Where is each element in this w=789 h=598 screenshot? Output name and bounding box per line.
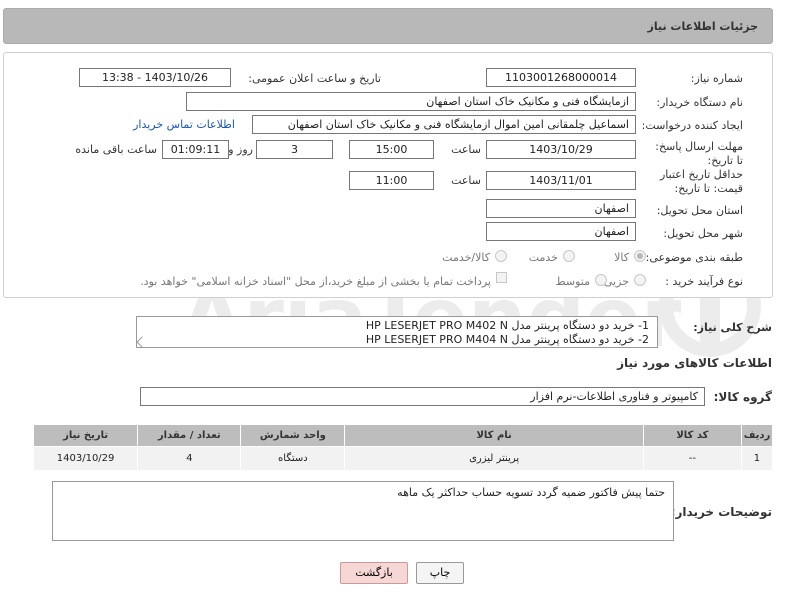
reply-deadline-label: مهلت ارسال پاسخ: تا تاریخ: [655,140,743,167]
category-option-service: خدمت [528,251,558,264]
category-radio-goods[interactable] [634,250,646,262]
process-option-medium: متوسط [555,275,590,288]
category-label: طبقه بندی موضوعی: [645,251,743,264]
description-line: 1- خرید دو دستگاه پرینتر مدل HP LESERJET… [365,319,649,332]
table-row: 1 -- پرینتر لیزری دستگاه 4 1403/10/29 [32,446,774,471]
page-title: جزئیات اطلاعات نیاز [647,20,759,33]
goods-table-header: ردیف کد کالا نام کالا واحد شمارش تعداد /… [32,424,774,447]
cell-unit: دستگاه [240,446,346,471]
cell-item-code: -- [642,446,742,471]
purchase-process-label: نوع فرآیند خرید : [665,275,743,288]
creator-label: ایجاد کننده درخواست: [641,119,743,132]
process-radio-medium[interactable] [595,274,607,286]
price-validity-label: حداقل تاریخ اعتبار قیمت: تا تاریخ: [659,168,743,195]
treasury-payment-note: پرداخت تمام یا بخشی از مبلغ خرید،از محل … [140,275,491,288]
province-label: استان محل تحویل: [656,204,743,217]
reply-date-field[interactable]: 1403/10/29 [486,140,636,159]
cell-item-name: پرینتر لیزری [344,446,644,471]
price-validity-date-field[interactable]: 1403/11/01 [486,171,636,190]
description-line: 2- خرید دو دستگاه پرینتر مدل HP LESERJET… [365,333,649,346]
column-header-quantity: تعداد / مقدار [137,424,242,447]
column-header-need-date: تاریخ نیاز [32,424,139,447]
category-option-goods-service: کالا/خدمت [442,251,490,264]
category-radio-goods-service[interactable] [495,250,507,262]
cell-need-date: 1403/10/29 [32,446,139,471]
days-label: روز و [228,143,253,156]
cell-row-number: 1 [740,446,774,471]
buyer-notes-label: توضیحات خریدار: [670,505,772,519]
city-label: شهر محل تحویل: [663,227,743,240]
treasury-payment-checkbox[interactable] [496,272,507,283]
remaining-time-label: ساعت باقی مانده [75,143,157,156]
city-field[interactable]: اصفهان [486,222,636,241]
reply-time-field[interactable]: 15:00 [349,140,434,159]
price-validity-time-field[interactable]: 11:00 [349,171,434,190]
goods-group-field[interactable]: کامپیوتر و فناوری اطلاعات-نرم افزار [140,387,705,406]
goods-group-label: گروه کالا: [713,390,772,404]
announce-datetime-field[interactable]: 1403/10/26 - 13:38 [79,68,231,87]
description-field[interactable]: 1- خرید دو دستگاه پرینتر مدل HP LESERJET… [136,316,658,348]
column-header-unit: واحد شمارش [240,424,346,447]
need-number-field[interactable]: 1103001268000014 [486,68,636,87]
process-radio-minor[interactable] [634,274,646,286]
column-header-item-code: کد کالا [642,424,742,447]
category-radio-service[interactable] [563,250,575,262]
creator-field[interactable]: اسماعیل چلمقانی امین اموال ازمایشگاه فنی… [252,115,636,134]
buyer-field[interactable]: ازمایشگاه فنی و مکانیک خاک استان اصفهان [186,92,636,111]
remaining-time-field[interactable]: 01:09:11 [162,140,229,159]
price-validity-time-label: ساعت [451,174,481,187]
reply-time-label: ساعت [451,143,481,156]
goods-section-title: اطلاعات کالاهای مورد نیاز [617,356,772,370]
process-option-minor: جزیی [603,275,629,288]
days-remaining-field[interactable]: 3 [256,140,333,159]
cell-quantity: 4 [137,446,242,471]
goods-table: ردیف کد کالا نام کالا واحد شمارش تعداد /… [32,424,774,471]
need-number-label: شماره نیاز: [690,72,743,85]
description-label: شرح کلی نیاز: [693,321,772,334]
province-field[interactable]: اصفهان [486,199,636,218]
page-header: جزئیات اطلاعات نیاز [3,8,773,44]
buyer-contact-link[interactable]: اطلاعات تماس خریدار [133,118,235,131]
buyer-label: نام دستگاه خریدار: [656,96,743,109]
category-option-goods: کالا [614,251,629,264]
back-button[interactable]: بازگشت [340,562,408,584]
column-header-row-number: ردیف [740,424,774,447]
announce-datetime-label: تاریخ و ساعت اعلان عمومی: [248,72,381,85]
buyer-notes-field[interactable]: حتما پیش فاکتور ضمیه گردد تسویه حساب حدا… [52,481,674,541]
print-button[interactable]: چاپ [416,562,464,584]
column-header-item-name: نام کالا [344,424,644,447]
